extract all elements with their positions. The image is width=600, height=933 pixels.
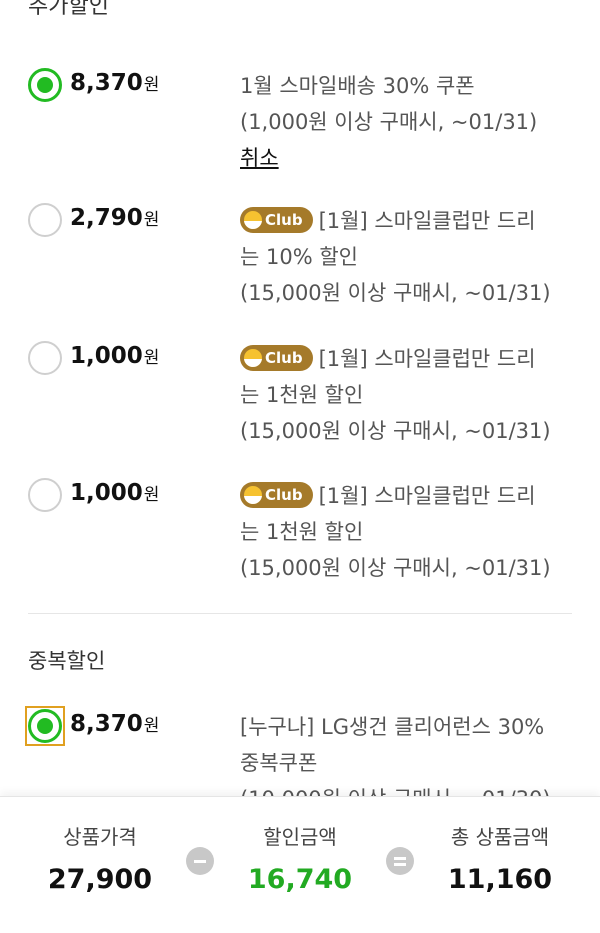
coupon-price-value: 2,790 [70,205,143,231]
club-badge-label: Club [265,349,303,367]
coupon-radio[interactable] [28,478,62,512]
coupon-desc-line: 는 1천원 할인 [240,383,364,407]
coupon-desc-line: [1월] 스마일클럽만 드리 [318,347,536,371]
coupon-description: 1월 스마일배송 30% 쿠폰 (1,000원 이상 구매시, ~01/31) … [240,68,580,176]
coupon-price: 1,000원 [70,480,159,506]
coupon-desc-line: 는 1천원 할인 [240,520,364,544]
coupon-price-value: 1,000 [70,480,143,506]
price-unit: 원 [143,210,160,230]
smile-face-icon [244,485,262,504]
coupon-radio[interactable] [28,709,62,743]
coupon-description: Club [1월] 스마일클럽만 드리 는 10% 할인 (15,000원 이상 … [240,203,580,311]
coupon-price: 8,370원 [70,711,159,737]
coupon-radio[interactable] [28,203,62,237]
coupon-price-value: 8,370 [70,711,143,737]
coupon-option[interactable]: 1,000원 Club [1월] 스마일클럽만 드리 는 1천원 할인 (15,0… [28,341,574,461]
price-unit: 원 [143,716,160,736]
coupon-option[interactable]: 8,370원 1월 스마일배송 30% 쿠폰 (1,000원 이상 구매시, ~… [28,68,574,178]
product-price-value: 27,900 [47,864,153,895]
coupon-option[interactable]: 1,000원 Club [1월] 스마일클럽만 드리 는 1천원 할인 (15,0… [28,478,574,598]
coupon-price-value: 1,000 [70,343,143,369]
product-price-summary: 상품가격 27,900 [10,821,190,895]
price-summary-bar: 상품가격 27,900 할인금액 16,740 총 상품금액 11,160 [0,796,600,933]
club-badge: Club [240,345,313,371]
price-unit: 원 [143,485,160,505]
discount-summary: 할인금액 16,740 [210,821,390,895]
club-badge-label: Club [265,486,303,504]
smile-face-icon [244,210,262,229]
total-summary: 총 상품금액 11,160 [410,821,590,895]
price-unit: 원 [143,348,160,368]
price-unit: 원 [143,75,160,95]
smile-face-icon [244,348,262,367]
coupon-desc-line: [1월] 스마일클럽만 드리 [318,209,536,233]
coupon-desc-line: [1월] 스마일클럽만 드리 [318,484,536,508]
coupon-desc-line: [누구나] LG생건 클리어런스 30% [240,715,545,739]
coupon-price: 2,790원 [70,205,159,231]
coupon-radio[interactable] [28,341,62,375]
coupon-desc-condition: (15,000원 이상 구매시, ~01/31) [240,281,551,305]
section-divider [28,613,572,614]
section-title-additional-discount: 추가할인 [28,0,109,19]
cancel-link[interactable]: 취소 [240,146,279,170]
coupon-description: Club [1월] 스마일클럽만 드리 는 1천원 할인 (15,000원 이상 … [240,341,580,449]
coupon-radio[interactable] [28,68,62,102]
coupon-option[interactable]: 2,790원 Club [1월] 스마일클럽만 드리 는 10% 할인 (15,0… [28,203,574,323]
club-badge: Club [240,207,313,233]
coupon-desc-line: 는 10% 할인 [240,245,358,269]
club-badge: Club [240,482,313,508]
coupon-description: Club [1월] 스마일클럽만 드리 는 1천원 할인 (15,000원 이상 … [240,478,580,586]
coupon-desc-line: 중복쿠폰 [240,751,318,775]
discount-label: 할인금액 [263,825,337,849]
coupon-desc-line: 1월 스마일배송 30% 쿠폰 [240,74,475,98]
discount-value: 16,740 [247,864,353,895]
coupon-price: 8,370원 [70,70,159,96]
coupon-desc-condition: (15,000원 이상 구매시, ~01/31) [240,556,551,580]
club-badge-label: Club [265,211,303,229]
coupon-desc-condition: (15,000원 이상 구매시, ~01/31) [240,419,551,443]
coupon-price-value: 8,370 [70,70,143,96]
total-label: 총 상품금액 [450,825,550,849]
total-value: 11,160 [447,864,553,895]
coupon-desc-condition: (1,000원 이상 구매시, ~01/31) [240,110,538,134]
section-title-duplicate-discount: 중복할인 [28,649,106,673]
product-price-label: 상품가격 [63,825,137,849]
coupon-price: 1,000원 [70,343,159,369]
